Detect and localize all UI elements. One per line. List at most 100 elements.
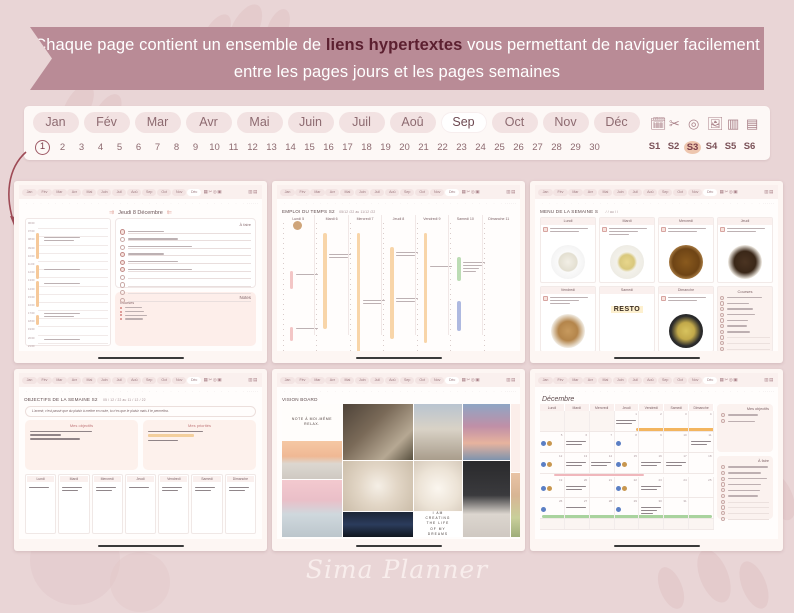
todo-checkbox[interactable]: [120, 274, 126, 281]
card-menu-semaine[interactable]: Jan Fév Mar Avr Mai Juin Juil Aoû Sep Oct Nov Déc ▦✂…: [530, 181, 783, 363]
shopping-item[interactable]: [720, 295, 770, 300]
mini-day-20[interactable]: ·: [418, 201, 425, 205]
mini-month-déc[interactable]: Déc: [187, 188, 202, 196]
month-goal-checkbox[interactable]: [721, 413, 726, 418]
shopping-item-empty[interactable]: [720, 335, 770, 340]
mini-month-juin[interactable]: Juin: [97, 188, 112, 196]
mini-week-S4[interactable]: ·: [769, 389, 770, 393]
mini-day-17[interactable]: ·: [139, 201, 146, 205]
month-calendar[interactable]: Lundi Mardi Mercredi Jeudi Vendredi Samedi Dim…: [540, 404, 715, 531]
timeline-block-3[interactable]: [36, 315, 39, 325]
todo-checkbox[interactable]: [120, 267, 126, 273]
schedule-event-block[interactable]: [356, 294, 361, 329]
card-objectifs-semaine[interactable]: Jan Fév Mar Avr Mai Juin Juil Aoû Sep Oct Nov Déc ▦✂…: [14, 369, 267, 551]
schedule-event-block[interactable]: [290, 326, 294, 341]
mini-day-29[interactable]: ·: [483, 389, 490, 393]
mini-day-5[interactable]: ·: [568, 389, 575, 393]
month-banner-tournoi[interactable]: [553, 474, 645, 477]
mini-day-2[interactable]: ·: [288, 389, 295, 393]
month-todo-checkbox[interactable]: [721, 476, 726, 481]
mini-month-mar[interactable]: Mar: [568, 188, 583, 196]
mini-day-30[interactable]: ·: [490, 201, 497, 205]
mini-day-24[interactable]: ·: [705, 389, 712, 393]
mini-week-S5[interactable]: ·: [771, 201, 772, 205]
shopping-item[interactable]: [720, 329, 770, 335]
mini-day-8[interactable]: ·: [590, 389, 597, 393]
mini-day-12[interactable]: ·: [102, 389, 109, 393]
mini-month-jan[interactable]: Jan: [280, 376, 295, 384]
nav-day-23[interactable]: 23: [452, 142, 471, 153]
mini-month-oct[interactable]: Oct: [673, 188, 688, 196]
shopping-checkbox[interactable]: [720, 306, 725, 312]
schedule-column-4[interactable]: Jeudi 8: [381, 214, 419, 351]
mini-day-7[interactable]: ·: [582, 201, 589, 205]
mini-day-3[interactable]: ·: [295, 389, 302, 393]
mini-day-13[interactable]: ·: [110, 389, 117, 393]
todo-item-empty[interactable]: [120, 290, 251, 296]
todo-checkbox[interactable]: [120, 244, 126, 250]
mini-day-25[interactable]: ·: [454, 201, 461, 205]
mini-week-S1[interactable]: ·: [763, 389, 764, 393]
mini-day-6[interactable]: ·: [317, 201, 324, 205]
month-goal-item[interactable]: [721, 413, 769, 418]
nav-month-jan[interactable]: Jan: [32, 112, 79, 133]
mini-day-29[interactable]: ·: [741, 201, 748, 205]
mini-day-3[interactable]: ·: [295, 201, 302, 205]
mini-day-16[interactable]: ·: [389, 201, 396, 205]
mini-day-29[interactable]: ·: [741, 389, 748, 393]
mini-month-jan[interactable]: Jan: [22, 188, 37, 196]
mini-day-10[interactable]: ·: [604, 201, 611, 205]
mini-day-8[interactable]: ·: [590, 201, 597, 205]
month-cell[interactable]: 14: [590, 453, 615, 473]
mini-day-16[interactable]: ·: [647, 389, 654, 393]
mini-day-20[interactable]: ·: [676, 201, 683, 205]
meal-card-vendredi[interactable]: Vendredi: [540, 285, 596, 351]
meal-checkbox[interactable]: [661, 227, 666, 232]
mini-day-16[interactable]: ·: [131, 201, 138, 205]
mini-month-avr[interactable]: Avr: [583, 376, 598, 384]
mini-month-sep[interactable]: Sep: [142, 376, 157, 384]
mini-day-17[interactable]: ·: [397, 389, 404, 393]
mini-day-19[interactable]: ·: [411, 389, 418, 393]
mini-month-aoû[interactable]: Aoû: [127, 376, 142, 384]
mini-day-1[interactable]: ·: [23, 389, 30, 393]
mini-day-9[interactable]: ·: [81, 201, 88, 205]
meal-card-mercredi[interactable]: Mercredi: [658, 216, 714, 283]
nav-month-déc[interactable]: Déc: [593, 112, 640, 133]
month-cell[interactable]: 10: [664, 432, 690, 452]
day-row[interactable]: 1 2 3 4 5 6 7 8 9 10 11 12 13 14 15 16 17 18 19 20 21 22 23 24 2…: [24, 137, 770, 158]
todo-checkbox[interactable]: [120, 290, 126, 296]
card-vision-board[interactable]: Jan Fév Mar Avr Mai Juin Juil Aoû Sep Oct Nov Déc ▦✂…: [272, 369, 525, 551]
schedule-grid[interactable]: Lundi 5 Mardi 6 Mercredi 7 Jeudi 8 Vendredi …: [277, 214, 520, 351]
mini-month-mai[interactable]: Mai: [340, 376, 355, 384]
nav-month-fév[interactable]: Fév: [83, 112, 130, 133]
mini-day-1[interactable]: ·: [281, 389, 288, 393]
month-cell[interactable]: 25: [689, 477, 715, 498]
mini-month-déc[interactable]: Déc: [187, 376, 202, 384]
month-cell[interactable]: 4: [689, 411, 715, 431]
month-cell[interactable]: 15: [615, 453, 640, 473]
mini-day-17[interactable]: ·: [655, 389, 662, 393]
month-todo-item-empty[interactable]: [721, 511, 769, 516]
month-todo-item-empty[interactable]: [721, 499, 769, 504]
month-todo-checkbox[interactable]: [721, 499, 726, 504]
shopping-list-panel[interactable]: Courses: [717, 285, 773, 351]
mini-day-11[interactable]: ·: [611, 389, 618, 393]
mini-day-3[interactable]: ·: [37, 389, 44, 393]
timeline-row[interactable]: 16:00: [28, 303, 108, 312]
mini-month-aoû[interactable]: Aoû: [385, 188, 400, 196]
meal-card-jeudi[interactable]: Jeudi: [717, 216, 773, 283]
mini-day-24[interactable]: ·: [705, 201, 712, 205]
mini-week-S4[interactable]: ·: [253, 201, 254, 205]
month-cell-muted[interactable]: [664, 519, 690, 530]
mini-day-row[interactable]: · · · · · · · · · · · · · · · · · · · · · · · · · · · · · · · · · · · · ·: [19, 199, 262, 206]
mini-day-28[interactable]: ·: [734, 201, 741, 205]
mini-month-mai[interactable]: Mai: [82, 188, 97, 196]
month-cell-muted[interactable]: [689, 519, 715, 530]
mini-day-31[interactable]: ·: [756, 201, 763, 205]
mini-day-25[interactable]: ·: [196, 201, 203, 205]
target-icon[interactable]: ◎: [688, 116, 702, 131]
schedule-column-2[interactable]: Mardi 6: [314, 214, 352, 351]
month-cell[interactable]: 28: [590, 498, 615, 519]
timeline-row[interactable]: 19:00: [28, 327, 108, 336]
